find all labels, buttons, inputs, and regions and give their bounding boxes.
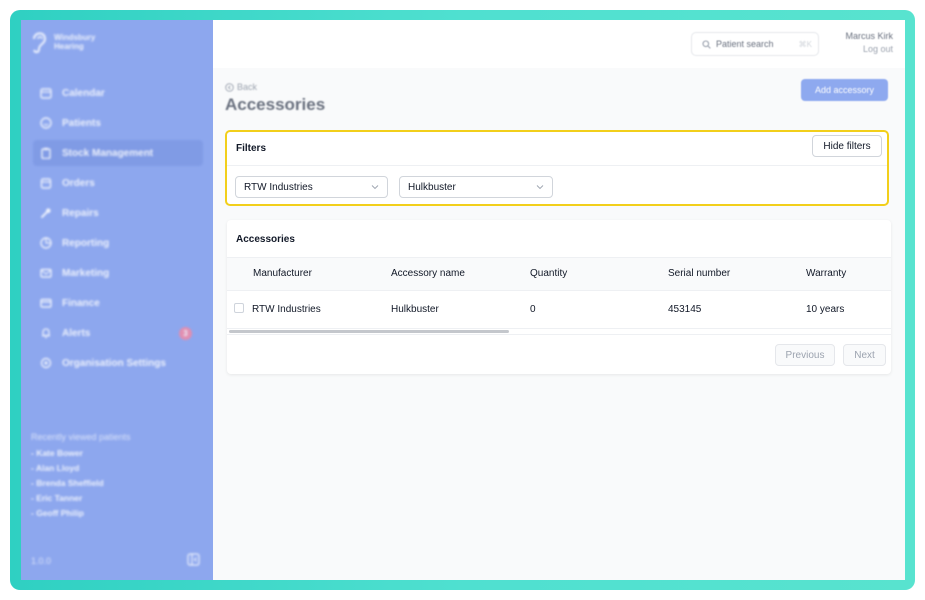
accessories-table-card: Accessories Manufacturer Accessory name … (227, 220, 891, 374)
manufacturer-select-value: RTW Industries (244, 181, 313, 193)
box-icon (40, 177, 52, 189)
main-content: Back Accessories Add accessory Filters H… (213, 68, 905, 580)
mail-icon (40, 267, 52, 279)
recent-patients-title: Recently viewed patients (31, 432, 131, 442)
wrench-icon (40, 207, 52, 219)
accessory-select-value: Hulkbuster (408, 181, 456, 193)
app-version: 1.0.0 (31, 556, 52, 566)
user-name: Marcus Kirk (845, 31, 893, 41)
sidebar-item-label: Reporting (62, 237, 110, 249)
sidebar-item-reporting[interactable]: Reporting (33, 230, 203, 256)
smile-icon (40, 117, 52, 129)
sidebar-item-label: Orders (62, 177, 95, 189)
recent-patient-link[interactable]: - Eric Tanner (31, 493, 131, 503)
user-menu: Marcus Kirk Log out (845, 31, 893, 54)
logout-link[interactable]: Log out (845, 44, 893, 54)
table-cell: Hulkbuster (391, 304, 439, 315)
page-title: Accessories (225, 95, 326, 114)
clipboard-icon (40, 147, 52, 159)
sidebar-item-alerts[interactable]: Alerts 3 (33, 320, 203, 346)
column-header[interactable]: Manufacturer (253, 268, 312, 279)
bell-icon (40, 327, 52, 339)
sidebar-item-marketing[interactable]: Marketing (33, 260, 203, 286)
table-cell: RTW Industries (252, 304, 321, 315)
recent-patient-link[interactable]: - Geoff Philip (31, 508, 131, 518)
table-cell: 10 years (806, 304, 845, 315)
recent-patient-link[interactable]: - Kate Bower (31, 448, 131, 458)
alerts-count-badge: 3 (179, 327, 192, 340)
sidebar-item-label: Calendar (62, 87, 105, 99)
patient-search[interactable]: Patient search ⌘K (691, 32, 819, 56)
sidebar-item-label: Marketing (62, 267, 110, 279)
back-arrow-icon (225, 82, 234, 92)
table-title: Accessories (236, 234, 295, 245)
manufacturer-select[interactable]: RTW Industries (235, 176, 388, 198)
sidebar-item-patients[interactable]: Patients (33, 110, 203, 136)
sidebar-item-organisation-settings[interactable]: Organisation Settings (33, 350, 203, 376)
add-accessory-button[interactable]: Add accessory (801, 79, 888, 101)
horizontal-scrollbar[interactable] (229, 330, 509, 333)
column-header[interactable]: Warranty (806, 268, 846, 279)
accessory-select[interactable]: Hulkbuster (399, 176, 553, 198)
sidebar-item-stock-management[interactable]: Stock Management (33, 140, 203, 166)
recent-patient-link[interactable]: - Brenda Sheffield (31, 478, 131, 488)
sidebar-item-label: Repairs (62, 207, 99, 219)
column-header[interactable]: Quantity (530, 268, 567, 279)
next-page-button[interactable]: Next (843, 344, 886, 366)
chevron-down-icon (536, 185, 544, 190)
table-row[interactable]: RTW Industries Hulkbuster 0 453145 10 ye… (227, 290, 891, 329)
back-link[interactable]: Back (225, 82, 257, 92)
scroll-track (227, 334, 891, 335)
search-placeholder: Patient search (716, 39, 774, 49)
brand-line2: Hearing (54, 42, 84, 51)
recent-patient-link[interactable]: - Alan Lloyd (31, 463, 131, 473)
card-icon (40, 297, 52, 309)
chevron-down-icon (371, 185, 379, 190)
app-window: Windsbury Hearing Calendar Patients Stoc… (21, 20, 905, 580)
table-header: Manufacturer Accessory name Quantity Ser… (227, 257, 891, 291)
previous-page-button[interactable]: Previous (775, 344, 835, 366)
sidebar: Windsbury Hearing Calendar Patients Stoc… (21, 20, 213, 580)
hide-filters-button[interactable]: Hide filters (812, 135, 882, 157)
table-cell: 453145 (668, 304, 702, 315)
ear-logo-icon (33, 32, 47, 54)
sidebar-item-label: Patients (62, 117, 101, 129)
filters-title: Filters (236, 143, 267, 154)
sidebar-item-label: Organisation Settings (62, 357, 166, 369)
recent-patients: Recently viewed patients - Kate Bower - … (31, 432, 131, 523)
filters-divider (227, 165, 887, 166)
sidebar-item-finance[interactable]: Finance (33, 290, 203, 316)
sidebar-item-orders[interactable]: Orders (33, 170, 203, 196)
pie-chart-icon (40, 237, 52, 249)
sidebar-item-calendar[interactable]: Calendar (33, 80, 203, 106)
sidebar-item-repairs[interactable]: Repairs (33, 200, 203, 226)
filters-panel: Filters Hide filters RTW Industries Hulk… (225, 130, 889, 206)
sidebar-item-label: Finance (62, 297, 100, 309)
collapse-sidebar-icon[interactable] (187, 553, 200, 566)
column-header[interactable]: Accessory name (391, 268, 465, 279)
search-icon (702, 39, 711, 49)
search-shortcut: ⌘K (798, 39, 812, 49)
sidebar-item-label: Stock Management (62, 147, 154, 159)
calendar-icon (40, 87, 52, 99)
back-label: Back (237, 82, 258, 92)
top-bar: Patient search ⌘K Marcus Kirk Log out (213, 20, 905, 68)
row-checkbox[interactable] (234, 303, 244, 313)
brand-line1: Windsbury (54, 33, 96, 42)
table-cell: 0 (530, 304, 536, 315)
brand-logo[interactable]: Windsbury Hearing (30, 29, 95, 55)
sidebar-item-label: Alerts (62, 327, 91, 339)
sidebar-nav: Calendar Patients Stock Management Order… (33, 80, 203, 380)
column-header[interactable]: Serial number (668, 268, 730, 279)
gear-icon (40, 357, 52, 369)
